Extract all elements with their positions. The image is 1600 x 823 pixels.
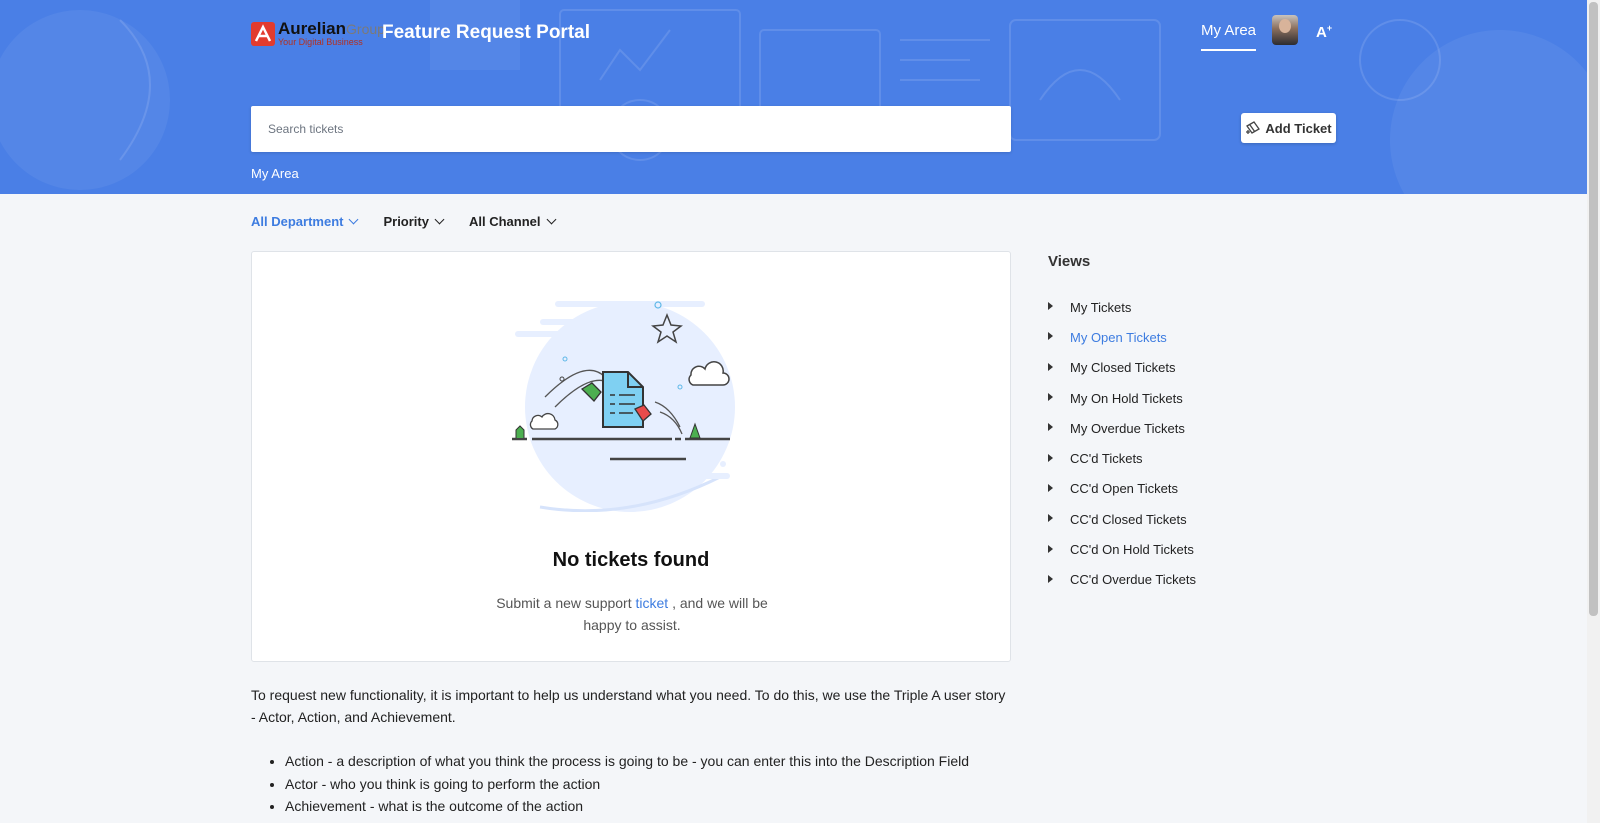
caret-right-icon	[1048, 393, 1053, 402]
view-ccd-on-hold-tickets[interactable]: CC'd On Hold Tickets	[1048, 534, 1196, 564]
logo-group: Group	[346, 21, 385, 37]
filter-department-dropdown[interactable]: All Department	[251, 214, 359, 229]
list-item: Action - a description of what you think…	[285, 750, 969, 773]
search-input[interactable]	[251, 106, 1011, 152]
list-item: Actor - who you think is going to perfor…	[285, 773, 969, 796]
user-avatar[interactable]	[1272, 15, 1298, 45]
view-my-overdue-tickets[interactable]: My Overdue Tickets	[1048, 413, 1196, 443]
ticket-icon	[1246, 121, 1261, 134]
page-scrollbar[interactable]	[1587, 0, 1600, 823]
empty-tickets-illustration	[512, 301, 735, 512]
list-item: Achievement - what is the outcome of the…	[285, 795, 969, 818]
view-my-tickets[interactable]: My Tickets	[1048, 292, 1196, 322]
new-ticket-link[interactable]: ticket	[636, 595, 669, 611]
add-ticket-button[interactable]: Add Ticket	[1241, 113, 1336, 143]
view-my-open-tickets[interactable]: My Open Tickets	[1048, 322, 1196, 352]
view-ccd-overdue-tickets[interactable]: CC'd Overdue Tickets	[1048, 565, 1196, 595]
views-title: Views	[1048, 253, 1091, 270]
caret-right-icon	[1048, 302, 1053, 311]
font-size-icon[interactable]: A+	[1316, 23, 1332, 41]
logo-name: Aurelian	[278, 19, 347, 38]
tickets-panel: No tickets found Submit a new support ti…	[251, 251, 1011, 662]
view-ccd-tickets[interactable]: CC'd Tickets	[1048, 443, 1196, 473]
logo-mark-icon	[251, 22, 275, 46]
view-my-closed-tickets[interactable]: My Closed Tickets	[1048, 353, 1196, 383]
nav-my-area[interactable]: My Area	[1201, 22, 1257, 51]
caret-right-icon	[1048, 514, 1053, 523]
logo-tagline: Your Digital Business	[278, 37, 363, 47]
filter-channel-dropdown[interactable]: All Channel	[469, 214, 556, 229]
caret-right-icon	[1048, 453, 1053, 462]
caret-right-icon	[1048, 544, 1053, 553]
scrollbar-thumb[interactable]	[1589, 2, 1598, 616]
filter-priority-dropdown[interactable]: Priority	[383, 214, 445, 229]
caret-right-icon	[1048, 332, 1053, 341]
chevron-down-icon	[349, 214, 359, 225]
triple-a-list: Action - a description of what you think…	[285, 750, 969, 818]
caret-right-icon	[1048, 483, 1053, 492]
filter-bar: All Department Priority All Channel	[251, 214, 556, 229]
caret-right-icon	[1048, 574, 1053, 583]
empty-state-title: No tickets found	[552, 549, 710, 571]
breadcrumb[interactable]: My Area	[251, 166, 299, 181]
view-my-on-hold-tickets[interactable]: My On Hold Tickets	[1048, 383, 1196, 413]
header-banner: AurelianGroup Your Digital Business Feat…	[0, 0, 1587, 194]
empty-state-message: Submit a new support ticket , and we wil…	[496, 595, 768, 633]
view-ccd-closed-tickets[interactable]: CC'd Closed Tickets	[1048, 504, 1196, 534]
portal-title: Feature Request Portal	[382, 22, 590, 43]
caret-right-icon	[1048, 423, 1053, 432]
chevron-down-icon	[546, 214, 556, 225]
views-list: My Tickets My Open Tickets My Closed Tic…	[1048, 292, 1196, 595]
chevron-down-icon	[434, 214, 445, 225]
caret-right-icon	[1048, 362, 1053, 371]
view-ccd-open-tickets[interactable]: CC'd Open Tickets	[1048, 474, 1196, 504]
company-logo[interactable]: AurelianGroup Your Digital Business	[251, 20, 385, 47]
request-instructions: To request new functionality, it is impo…	[251, 687, 1006, 725]
add-ticket-label: Add Ticket	[1265, 120, 1332, 136]
header-background-illustration	[0, 0, 1587, 194]
